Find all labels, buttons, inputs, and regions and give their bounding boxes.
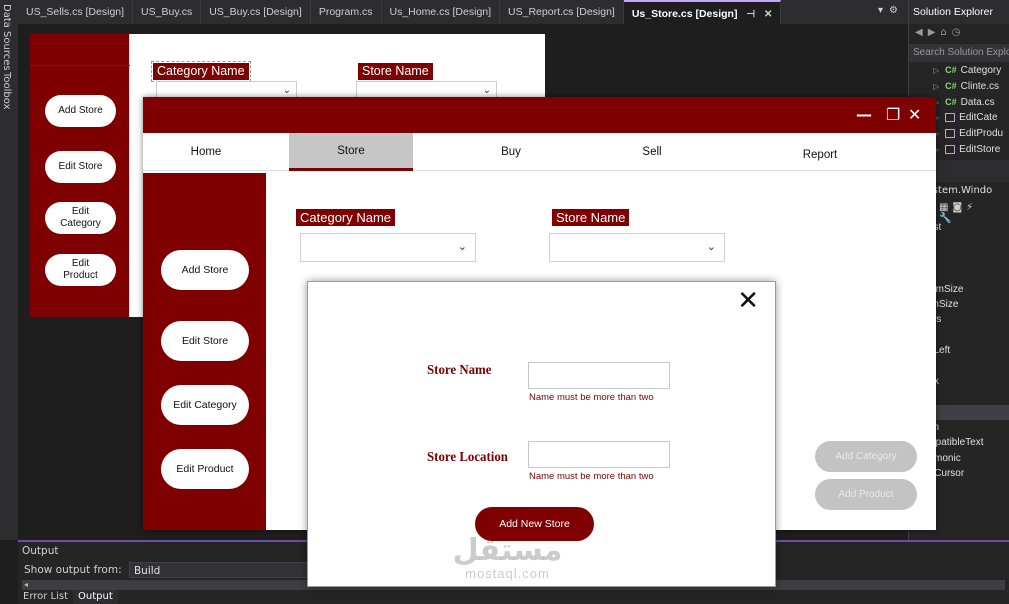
form-file-icon — [945, 128, 956, 138]
store-location-hint: Name must be more than two — [529, 471, 654, 482]
button-label: Edit Product — [63, 258, 98, 281]
tab-us-home-design[interactable]: Us_Home.cs [Design] — [382, 0, 501, 24]
edit-category-button[interactable]: Edit Category — [161, 385, 249, 425]
tab-tools: ▾⚙ — [878, 5, 904, 16]
tab-label: Us_Store.cs [Design] — [631, 8, 738, 20]
data-sources-tab[interactable]: Data Sources — [1, 4, 12, 71]
add-store-dialog: ✕ Store Name Name must be more than two … — [307, 281, 776, 587]
csharp-file-icon: C# — [945, 81, 957, 91]
screen: Data Sources Toolbox US_Sells.cs [Design… — [0, 0, 1009, 604]
designer-category-label[interactable]: Category Name — [151, 61, 251, 82]
tab-us-buy-design[interactable]: US_Buy.cs [Design] — [201, 0, 311, 24]
nav-tab-sell[interactable]: Sell — [589, 133, 715, 171]
tab-error-list[interactable]: Error List — [18, 590, 73, 604]
history-icon[interactable]: ◷ — [952, 27, 966, 38]
chevron-right-icon: ▷ — [933, 66, 940, 75]
store-combo[interactable]: ⌄ — [549, 233, 725, 262]
category-name-label: Category Name — [296, 209, 396, 226]
chevron-right-icon: ▷ — [933, 82, 940, 91]
form-file-icon — [945, 112, 956, 122]
wrench-icon[interactable]: 🔧 — [939, 213, 955, 224]
csharp-file-icon: C# — [945, 97, 957, 107]
solution-search-input[interactable]: Search Solution Explo — [909, 44, 1009, 62]
tree-item-label: EditProdu — [959, 128, 1004, 139]
forward-icon[interactable]: ▶ — [928, 27, 941, 38]
toolbox-tab[interactable]: Toolbox — [1, 72, 12, 110]
tree-item-label: Clinte.cs — [960, 81, 1000, 92]
chevron-down-icon: ⌄ — [482, 85, 491, 96]
home-icon[interactable]: ⌂ — [940, 27, 951, 38]
store-name-input[interactable] — [528, 362, 670, 389]
tree-item-label: EditStore — [959, 144, 1001, 155]
add-product-button[interactable]: Add Product — [815, 479, 917, 510]
solution-explorer-title: Solution Explorer — [909, 0, 1009, 24]
nav-tab-home[interactable]: Home — [143, 133, 269, 171]
tree-item-label: Category — [960, 65, 1002, 76]
chevron-down-icon: ⌄ — [457, 240, 467, 253]
tab-output[interactable]: Output — [73, 590, 118, 604]
chevron-down-icon: ⌄ — [282, 85, 291, 96]
add-store-button[interactable]: Add Store — [161, 250, 249, 290]
edit-product-button[interactable]: Edit Product — [161, 449, 249, 489]
add-new-store-button[interactable]: Add New Store — [475, 507, 594, 541]
form-file-icon — [945, 144, 956, 154]
nav-tab-store[interactable]: Store — [289, 133, 413, 171]
store-location-field-label: Store Location — [427, 450, 508, 465]
tab-us-report-design[interactable]: US_Report.cs [Design] — [500, 0, 624, 24]
back-icon[interactable]: ◀ — [915, 27, 928, 38]
csharp-file-icon: C# — [945, 65, 957, 75]
designer-sidebar-header — [30, 34, 130, 66]
settings-icon[interactable]: ⚙ — [889, 5, 904, 16]
properties-icon[interactable]: ◙ — [952, 202, 966, 213]
store-location-input[interactable] — [528, 441, 670, 468]
designer-store-label[interactable]: Store Name — [358, 63, 433, 80]
solution-explorer-toolbar: ◀▶⌂◷ — [909, 24, 1009, 44]
chevron-down-icon: ⌄ — [706, 240, 716, 253]
restore-icon[interactable]: ❐ — [886, 105, 900, 124]
close-icon[interactable]: ✕ — [908, 105, 921, 124]
tab-us-store-design[interactable]: Us_Store.cs [Design] ⊣ ✕ — [623, 0, 782, 24]
minimize-icon[interactable]: — — [856, 105, 872, 124]
button-label: Edit Category — [60, 206, 101, 229]
tree-item-label: EditCate — [959, 112, 998, 123]
add-category-button[interactable]: Add Category — [815, 441, 917, 472]
nav-tab-report[interactable]: Report — [757, 133, 883, 171]
store-name-field-label: Store Name — [427, 363, 492, 378]
tab-program[interactable]: Program.cs — [311, 0, 382, 24]
designer-edit-store-button[interactable]: Edit Store — [45, 151, 116, 183]
designer-add-store-button[interactable]: Add Store — [45, 95, 116, 127]
show-output-label: Show output from: — [24, 564, 122, 576]
app-sidebar: Add Store Edit Store Edit Category Edit … — [143, 173, 266, 530]
designer-sidebar: Add Store Edit Store Edit Category Edit … — [30, 34, 130, 317]
output-bottom-tabs: Error List Output — [18, 590, 118, 604]
store-name-label: Store Name — [552, 209, 630, 226]
category-combo[interactable]: ⌄ — [300, 233, 476, 262]
events-icon[interactable]: ⚡ — [966, 202, 977, 213]
store-name-hint: Name must be more than two — [529, 392, 654, 403]
close-icon[interactable]: ✕ — [764, 9, 772, 20]
app-nav-bar: Home Store Buy Sell Report — [143, 133, 936, 171]
nav-tab-buy[interactable]: Buy — [448, 133, 574, 171]
document-tab-strip: US_Sells.cs [Design] US_Buy.cs US_Buy.cs… — [18, 0, 908, 24]
output-source-select[interactable]: Build — [128, 562, 329, 578]
app-titlebar: — ❐ ✕ — [143, 97, 936, 133]
categorized-icon[interactable]: ▦ — [939, 202, 952, 213]
tab-us-buy[interactable]: US_Buy.cs — [133, 0, 202, 24]
designer-edit-product-button[interactable]: Edit Product — [45, 254, 116, 286]
tree-item[interactable]: ▷ C# Category — [909, 62, 1009, 78]
tab-us-sells-design[interactable]: US_Sells.cs [Design] — [18, 0, 134, 24]
tree-item-label: Data.cs — [960, 97, 995, 108]
tree-item[interactable]: ▷ C# Clinte.cs — [909, 78, 1009, 94]
close-icon[interactable]: ✕ — [737, 286, 759, 316]
edit-store-button[interactable]: Edit Store — [161, 321, 249, 361]
dropdown-icon[interactable]: ▾ — [878, 5, 889, 16]
designer-edit-category-button[interactable]: Edit Category — [45, 202, 116, 234]
pin-icon[interactable]: ⊣ — [746, 9, 755, 20]
left-tool-rail: Data Sources Toolbox — [0, 0, 18, 540]
